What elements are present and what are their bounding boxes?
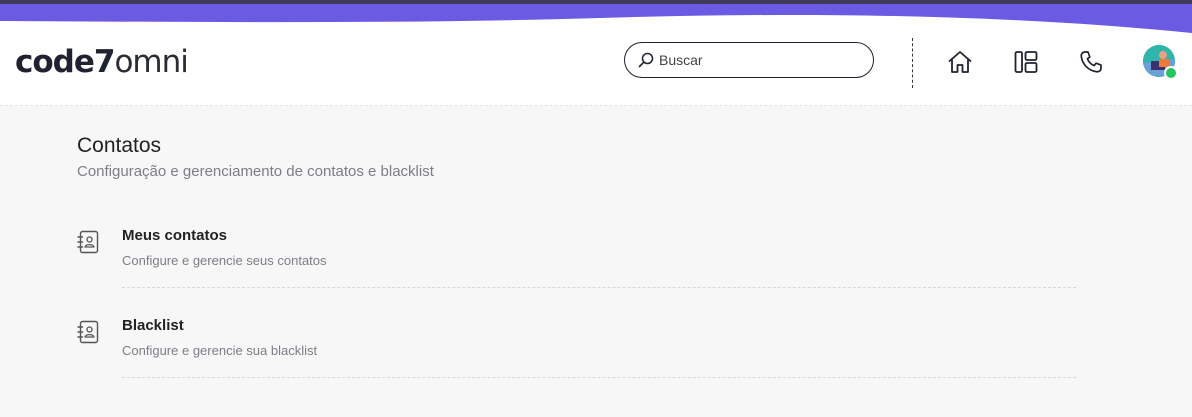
menu-item-description: Configure e gerencie seus contatos — [122, 253, 327, 268]
online-status-badge — [1164, 66, 1178, 80]
layout-button[interactable] — [1012, 48, 1040, 76]
search-icon — [638, 52, 654, 68]
logo-light-text: omni — [114, 44, 188, 80]
contact-book-icon — [77, 230, 99, 254]
search-input[interactable] — [659, 52, 859, 68]
app-logo[interactable]: code7omni — [15, 42, 189, 82]
logo-bold-text: code7 — [15, 44, 115, 80]
phone-button[interactable] — [1077, 48, 1105, 76]
contact-book-icon — [77, 320, 99, 344]
menu-item-divider — [122, 377, 1076, 378]
page-title: Contatos — [77, 134, 162, 157]
header-separator — [0, 105, 1192, 106]
phone-icon — [1080, 51, 1102, 73]
home-icon — [948, 51, 972, 73]
menu-item-title: Blacklist — [122, 317, 184, 334]
top-header: code7omni — [0, 0, 1192, 106]
user-avatar-button[interactable] — [1143, 45, 1179, 81]
menu-item-meus-contatos[interactable]: Meus contatos Configure e gerencie seus … — [77, 212, 1077, 302]
menu-item-title: Meus contatos — [122, 227, 228, 244]
layout-icon — [1014, 51, 1038, 73]
menu-item-blacklist[interactable]: Blacklist Configure e gerencie sua black… — [77, 302, 1077, 392]
search-box[interactable] — [624, 42, 874, 78]
menu-item-divider — [122, 287, 1076, 288]
home-button[interactable] — [946, 48, 974, 76]
page-subtitle: Configuração e gerenciamento de contatos… — [77, 163, 434, 180]
header-divider — [912, 38, 913, 88]
menu-item-description: Configure e gerencie sua blacklist — [122, 343, 318, 358]
